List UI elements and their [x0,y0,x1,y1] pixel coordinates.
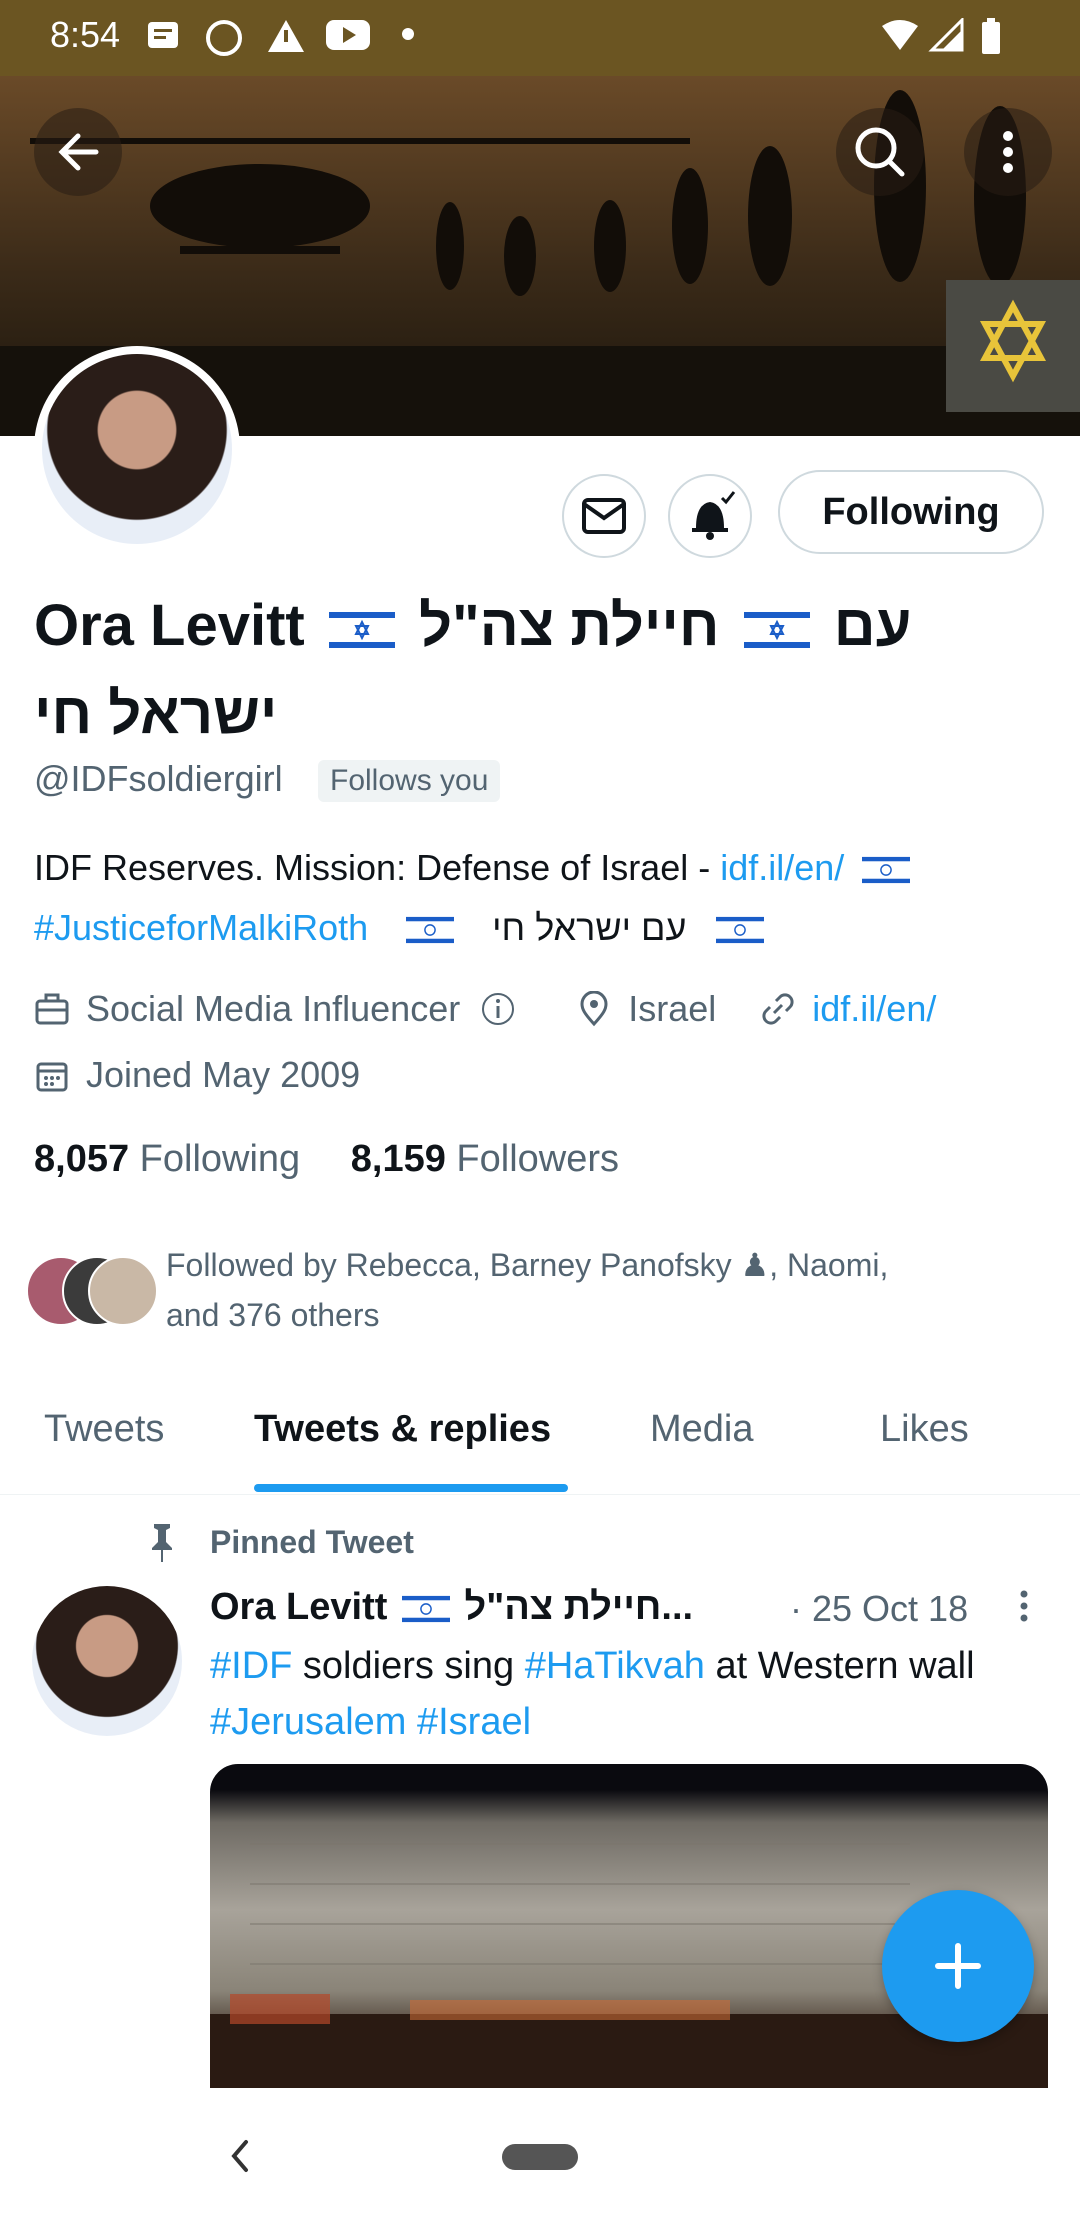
tweet-date[interactable]: · 25 Oct 18 [790,1588,968,1630]
info-icon[interactable] [480,991,516,1027]
link-icon [762,993,794,1025]
following-count: 8,057 [34,1138,130,1180]
nav-back-icon[interactable] [222,2136,258,2176]
briefcase-icon [35,993,69,1025]
joined-row: Joined May 2009 [34,1054,360,1096]
profile-handle: @IDFsoldiergirl [34,758,283,799]
follows-you-badge: Follows you [318,760,501,802]
status-time: 8:54 [50,14,121,55]
tweet-author[interactable]: Ora Levitt חיילת צה"ל... [210,1586,693,1629]
tab-tweets-replies[interactable]: Tweets & replies [254,1408,551,1451]
bio-hashtag[interactable]: #JusticeforMalkiRoth [34,907,368,948]
tab-media[interactable]: Media [650,1408,754,1451]
name-line2: ישראל חי [34,681,278,746]
search-icon [855,127,905,177]
name-part2: עם [833,593,912,658]
followed-by-line1: Followed by Rebecca, Barney Panofsky ♟, … [166,1247,889,1283]
pin-icon [152,1524,172,1562]
following-stat[interactable]: 8,057 Following [34,1138,300,1180]
message-icon [148,22,178,48]
hashtag-hatikvah[interactable]: #HaTikvah [525,1645,705,1687]
location-text: Israel [628,988,717,1029]
bio-hebrew: עם ישראל חי [492,907,687,948]
follower-avatar [88,1256,158,1326]
hashtag-israel[interactable]: #Israel [417,1701,531,1743]
profile-name: Ora Levitt עם חיילת צה"ל ישראל חי [34,582,1044,758]
more-vertical-icon [1003,131,1013,173]
israel-flag-icon [401,1592,450,1625]
followed-by-line2: and 376 others [166,1297,380,1333]
active-tab-indicator [254,1484,568,1492]
calendar-icon [36,1062,68,1092]
following-label: Following [139,1138,301,1180]
category-text: Social Media Influencer [86,988,461,1029]
hashtag-idf[interactable]: #IDF [210,1645,292,1687]
arrow-left-icon [58,133,99,171]
battery-icon [982,18,1000,54]
israel-flag-icon [716,914,765,947]
tab-likes[interactable]: Likes [880,1408,969,1451]
profile-meta-row: Social Media Influencer Israel idf.il/en… [34,988,936,1030]
signal-icon [928,18,964,52]
system-nav-bar [0,2096,1080,2220]
followers-label: Followers [456,1138,620,1180]
tab-tweets[interactable]: Tweets [44,1408,164,1451]
youtube-icon [326,20,370,50]
tweet-text: #IDF soldiers sing #HaTikvah at Western … [210,1638,1050,1750]
wifi-icon [882,20,918,50]
home-pill[interactable] [502,2144,578,2170]
notifications-button[interactable] [668,474,752,558]
idf-logo [946,280,1080,412]
compose-tweet-button[interactable] [882,1890,1034,2042]
back-button[interactable] [34,108,122,196]
israel-flag-icon [328,607,395,652]
following-button[interactable]: Following [778,470,1044,554]
warning-icon [268,20,304,52]
followed-by-text[interactable]: Followed by Rebecca, Barney Panofsky ♟, … [166,1240,1016,1340]
mail-icon [582,498,626,534]
hashtag-jerusalem[interactable]: #Jerusalem [210,1701,406,1743]
dot-icon [402,28,414,40]
israel-flag-icon [406,914,455,947]
message-button[interactable] [562,474,646,558]
search-button[interactable] [836,108,924,196]
status-bar: 8:54 [0,0,1080,76]
tweet-text-part: at Western wall [704,1645,975,1687]
tweet-avatar[interactable] [32,1586,182,1736]
profile-bio: IDF Reserves. Mission: Defense of Israel… [34,838,1054,958]
website-link[interactable]: idf.il/en/ [812,988,936,1029]
bell-check-icon [692,491,736,540]
profile-tabs: Tweets Tweets & replies Media Likes [0,1380,1080,1495]
joined-text: Joined May 2009 [86,1054,361,1095]
pinned-tweet-label: Pinned Tweet [210,1524,414,1560]
bio-text: IDF Reserves. Mission: Defense of Israel… [34,847,721,888]
plus-icon [935,1943,981,1989]
profile-avatar[interactable] [34,346,240,552]
location-icon [580,991,608,1027]
israel-flag-icon [862,854,911,887]
follow-stats: 8,057 Following 8,159 Followers [34,1138,619,1181]
tweet-author-name: Ora Levitt [210,1586,388,1628]
tweet-author-hebrew: חיילת צה"ל... [464,1586,694,1628]
bio-link[interactable]: idf.il/en/ [720,847,844,888]
idf-emblem-icon [979,299,1047,383]
tweet-more-icon[interactable] [1006,1586,1042,1630]
followers-count: 8,159 [350,1138,446,1180]
name-part3: חיילת צה"ל [419,593,720,658]
tweet-text-part: soldiers sing [292,1645,525,1687]
followers-stat[interactable]: 8,159 Followers [351,1138,619,1180]
israel-flag-icon [743,607,810,652]
more-options-button[interactable] [964,108,1052,196]
name-part1: Ora Levitt [34,593,305,658]
whatsapp-icon [206,20,242,56]
